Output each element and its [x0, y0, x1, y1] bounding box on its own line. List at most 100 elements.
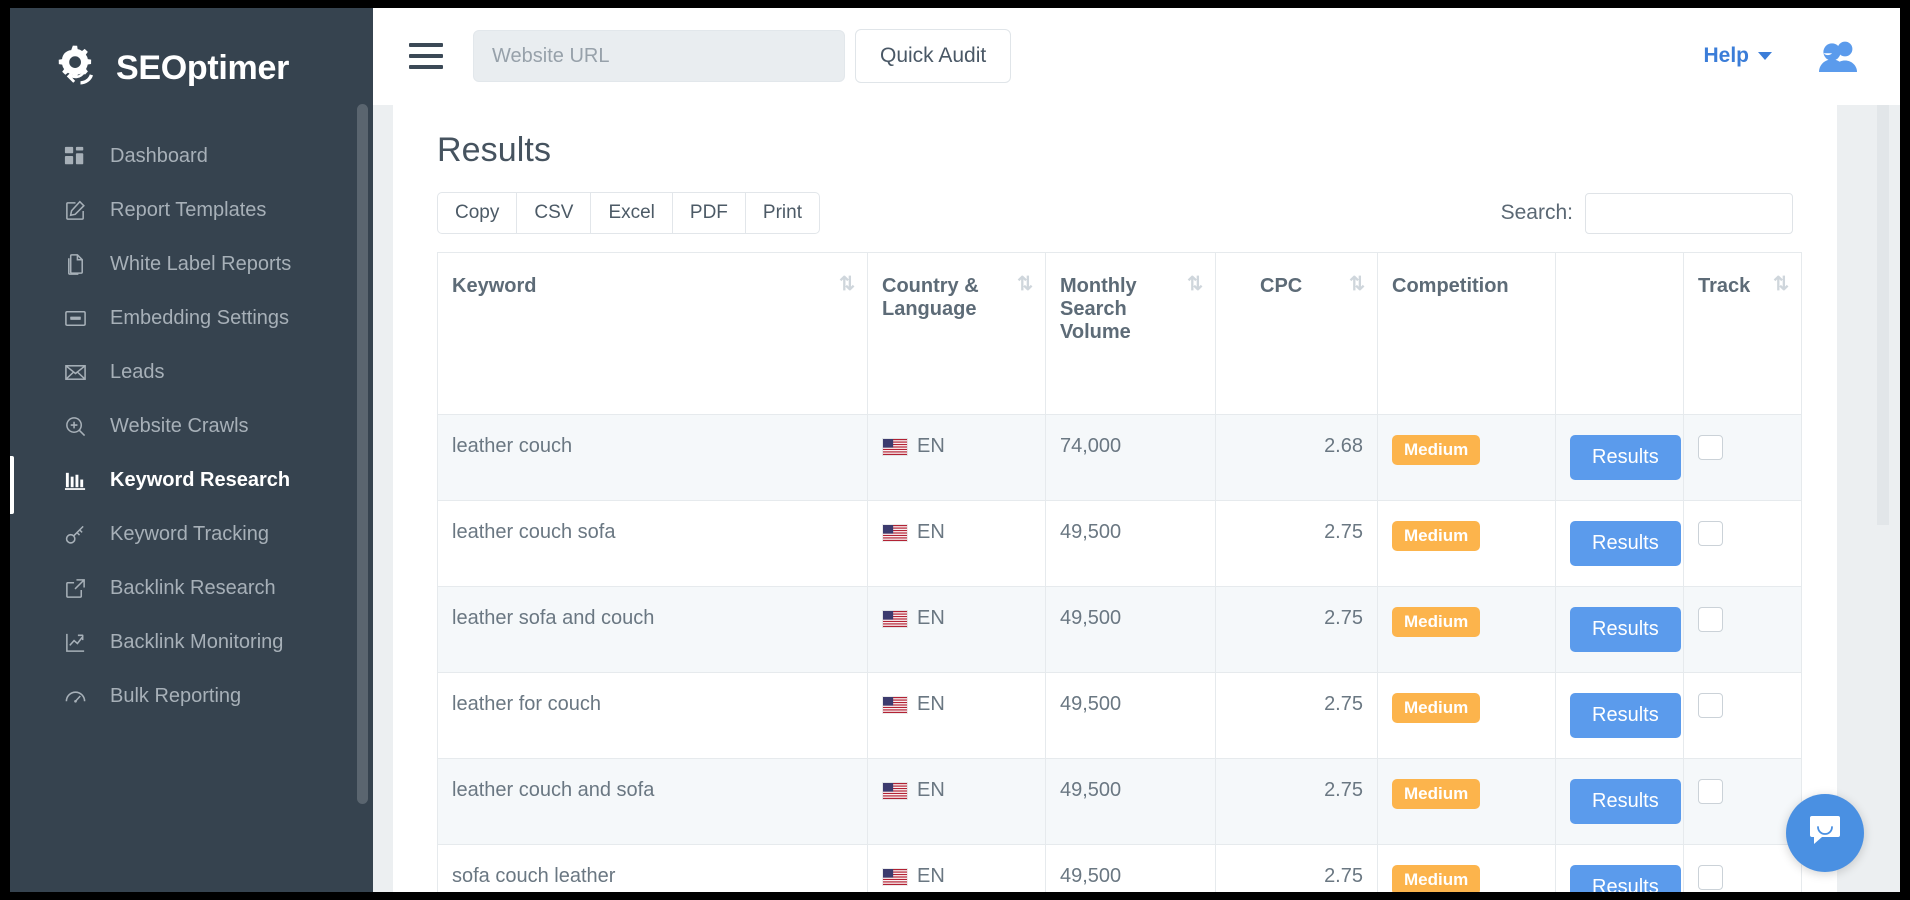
gear-logo-icon — [56, 44, 103, 91]
column-header-country-language[interactable]: Country & Language ⇅ — [868, 253, 1046, 415]
cell-competition: Medium — [1378, 501, 1556, 587]
us-flag-icon — [882, 782, 908, 800]
status-badge: Medium — [1392, 435, 1480, 465]
row-results-button[interactable]: Results — [1570, 521, 1681, 566]
cell-competition: Medium — [1378, 587, 1556, 673]
table-row: leather for couchEN49,5002.75MediumResul… — [438, 673, 1802, 759]
keyword-text: leather for couch — [452, 693, 601, 715]
sidebar-item-label: Leads — [110, 361, 165, 384]
track-checkbox[interactable] — [1698, 779, 1723, 804]
table-search: Search: — [1501, 193, 1793, 234]
gauge-icon — [62, 683, 88, 709]
language-code: EN — [917, 865, 945, 888]
track-checkbox[interactable] — [1698, 693, 1723, 718]
external-link-icon — [62, 575, 88, 601]
table-row: sofa couch leatherEN49,5002.75MediumResu… — [438, 845, 1802, 893]
cell-track — [1684, 501, 1802, 587]
table-row: leather couch and sofaEN49,5002.75Medium… — [438, 759, 1802, 845]
cell-competition: Medium — [1378, 845, 1556, 893]
website-url-input[interactable] — [473, 30, 845, 82]
envelope-icon — [62, 359, 88, 385]
table-head: Keyword ⇅ Country & Language ⇅ — [438, 253, 1802, 415]
key-icon — [62, 521, 88, 547]
cell-track — [1684, 415, 1802, 501]
cell-country-language: EN — [868, 759, 1046, 845]
cell-action: Results — [1556, 845, 1684, 893]
cell-country-language: EN — [868, 587, 1046, 673]
sidebar-item-keyword-tracking[interactable]: Keyword Tracking — [10, 507, 373, 561]
trend-chart-icon — [62, 629, 88, 655]
content-region: Results Copy CSV Excel PDF Print Search: — [373, 105, 1900, 892]
sidebar-item-white-label-reports[interactable]: White Label Reports — [10, 237, 373, 291]
hamburger-icon[interactable] — [409, 43, 443, 69]
export-pdf-button[interactable]: PDF — [672, 192, 745, 234]
track-checkbox[interactable] — [1698, 521, 1723, 546]
table-row: leather couch sofaEN49,5002.75MediumResu… — [438, 501, 1802, 587]
column-header-action — [1556, 253, 1684, 415]
search-input[interactable] — [1585, 193, 1793, 234]
sidebar-item-dashboard[interactable]: Dashboard — [10, 129, 373, 183]
cell-track — [1684, 673, 1802, 759]
sidebar-item-label: Keyword Research — [110, 469, 290, 492]
sidebar: SEOptimer Dashboard — [10, 8, 373, 892]
cell-country-language: EN — [868, 673, 1046, 759]
dashboard-grid-icon — [62, 143, 88, 169]
app-window: SEOptimer Dashboard — [10, 8, 1900, 892]
column-header-track[interactable]: Track ⇅ — [1684, 253, 1802, 415]
sidebar-item-label: Report Templates — [110, 199, 266, 222]
chat-launcher-button[interactable] — [1786, 794, 1864, 872]
us-flag-icon — [882, 524, 908, 542]
sidebar-item-backlink-research[interactable]: Backlink Research — [10, 561, 373, 615]
column-header-competition[interactable]: Competition — [1378, 253, 1556, 415]
sidebar-item-keyword-research[interactable]: Keyword Research — [10, 453, 373, 507]
column-header-monthly-search-volume[interactable]: Monthly Search Volume ⇅ — [1046, 253, 1216, 415]
brand-logo-area[interactable]: SEOptimer — [10, 28, 373, 119]
cell-competition: Medium — [1378, 759, 1556, 845]
table-row: leather sofa and couchEN49,5002.75Medium… — [438, 587, 1802, 673]
documents-icon — [62, 251, 88, 277]
sidebar-scrollbar[interactable] — [357, 104, 368, 804]
cell-competition: Medium — [1378, 673, 1556, 759]
row-results-button[interactable]: Results — [1570, 607, 1681, 652]
help-label: Help — [1703, 44, 1749, 68]
sort-updown-icon: ⇅ — [1349, 275, 1363, 294]
row-results-button[interactable]: Results — [1570, 865, 1681, 892]
track-checkbox[interactable] — [1698, 865, 1723, 890]
export-copy-button[interactable]: Copy — [437, 192, 516, 234]
export-csv-button[interactable]: CSV — [516, 192, 590, 234]
sidebar-item-embedding-settings[interactable]: Embedding Settings — [10, 291, 373, 345]
help-menu[interactable]: Help — [1703, 44, 1772, 68]
content-scrollbar[interactable] — [1877, 105, 1889, 525]
cell-cpc: 2.75 — [1216, 587, 1378, 673]
sidebar-item-bulk-reporting[interactable]: Bulk Reporting — [10, 669, 373, 723]
status-badge: Medium — [1392, 521, 1480, 551]
cell-country-language: EN — [868, 501, 1046, 587]
row-results-button[interactable]: Results — [1570, 435, 1681, 480]
sort-updown-icon: ⇅ — [1017, 275, 1031, 294]
track-checkbox[interactable] — [1698, 435, 1723, 460]
sidebar-item-leads[interactable]: Leads — [10, 345, 373, 399]
sidebar-item-backlink-monitoring[interactable]: Backlink Monitoring — [10, 615, 373, 669]
keyword-text: sofa couch leather — [452, 865, 615, 887]
sidebar-item-report-templates[interactable]: Report Templates — [10, 183, 373, 237]
top-bar: Quick Audit Help — [373, 8, 1900, 105]
users-group-icon[interactable] — [1816, 39, 1860, 73]
row-results-button[interactable]: Results — [1570, 779, 1681, 824]
track-checkbox[interactable] — [1698, 607, 1723, 632]
cell-keyword: leather couch — [438, 415, 868, 501]
row-results-button[interactable]: Results — [1570, 693, 1681, 738]
keyword-text: leather couch sofa — [452, 521, 615, 543]
column-header-cpc[interactable]: CPC ⇅ — [1216, 253, 1378, 415]
cell-track — [1684, 759, 1802, 845]
sidebar-item-label: White Label Reports — [110, 253, 291, 276]
sidebar-item-website-crawls[interactable]: Website Crawls — [10, 399, 373, 453]
quick-audit-button[interactable]: Quick Audit — [855, 29, 1011, 83]
sort-updown-icon: ⇅ — [1187, 275, 1201, 294]
export-print-button[interactable]: Print — [745, 192, 820, 234]
cell-monthly-search-volume: 49,500 — [1046, 501, 1216, 587]
cell-country-language: EN — [868, 845, 1046, 893]
export-excel-button[interactable]: Excel — [590, 192, 671, 234]
column-header-keyword[interactable]: Keyword ⇅ — [438, 253, 868, 415]
keyword-results-table: Keyword ⇅ Country & Language ⇅ — [437, 252, 1802, 892]
page-title: Results — [393, 131, 1837, 170]
